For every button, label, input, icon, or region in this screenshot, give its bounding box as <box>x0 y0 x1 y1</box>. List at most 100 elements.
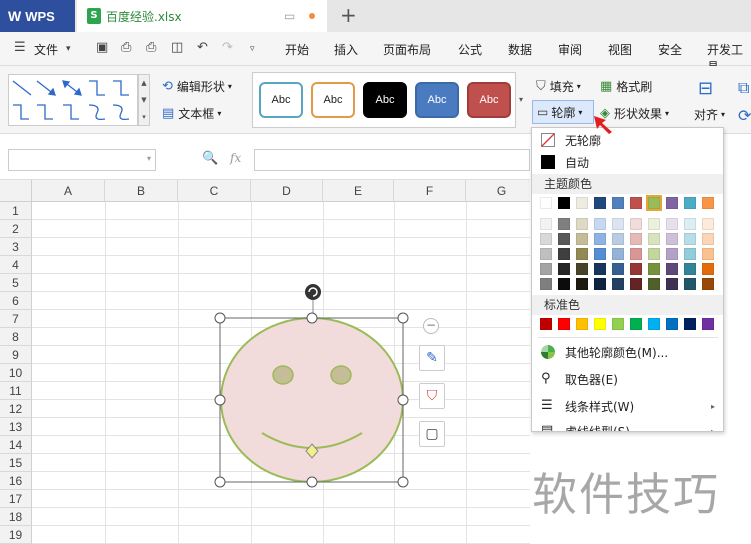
fill-button[interactable]: ⛉ 填充 ▾ <box>536 78 581 95</box>
row-header[interactable]: 15 <box>0 454 32 472</box>
function-icon[interactable]: fx <box>230 151 241 165</box>
theme-color-swatch[interactable] <box>540 218 552 230</box>
shape-style-1[interactable]: Abc <box>259 82 303 118</box>
fill-tool[interactable]: ⛉ <box>419 383 445 409</box>
theme-color-swatch[interactable] <box>576 278 588 290</box>
theme-color-swatch[interactable] <box>612 233 624 245</box>
line-shapes-gallery[interactable] <box>8 74 138 126</box>
theme-color-swatch[interactable] <box>630 263 642 275</box>
theme-color-swatch[interactable] <box>702 263 714 275</box>
tab-page-layout[interactable]: 页面布局 <box>383 41 431 58</box>
tab-home[interactable]: 开始 <box>285 41 309 58</box>
zoom-search-icon[interactable]: 🔍 <box>202 151 218 166</box>
row-header[interactable]: 8 <box>0 328 32 346</box>
theme-color-swatch[interactable] <box>666 278 678 290</box>
theme-color-swatch[interactable] <box>576 248 588 260</box>
theme-color-swatch[interactable] <box>666 248 678 260</box>
wps-home-tab[interactable]: W WPS <box>0 0 75 32</box>
automatic-color-item[interactable]: 自动 <box>532 151 723 173</box>
standard-color-swatch[interactable] <box>612 318 624 330</box>
theme-color-swatch[interactable] <box>558 278 570 290</box>
theme-color-swatch[interactable] <box>594 278 606 290</box>
theme-color-swatch[interactable] <box>684 233 696 245</box>
theme-color-swatch[interactable] <box>558 233 570 245</box>
column-header-f[interactable]: F <box>394 180 466 202</box>
name-box[interactable]: ▾ <box>8 149 156 171</box>
style-gallery-more[interactable]: ▾ <box>516 72 526 128</box>
dash-type-item[interactable]: ▤ 虚线线型(S) ▸ <box>532 420 723 432</box>
row-header[interactable]: 10 <box>0 364 32 382</box>
theme-color-swatch[interactable] <box>648 218 660 230</box>
row-header[interactable]: 9 <box>0 346 32 364</box>
theme-color-swatch[interactable] <box>576 233 588 245</box>
name-box-dropdown-icon[interactable]: ▾ <box>147 154 151 163</box>
column-header-e[interactable]: E <box>323 180 394 202</box>
save-icon[interactable]: ▣ <box>96 40 108 55</box>
theme-color-swatch[interactable] <box>702 233 714 245</box>
theme-color-swatch[interactable] <box>702 218 714 230</box>
new-tab-button[interactable]: + <box>340 3 357 27</box>
quick-access-dropdown-icon[interactable]: ▿ <box>250 44 255 54</box>
standard-color-swatch[interactable] <box>576 318 588 330</box>
collapse-tools-icon[interactable]: − <box>423 318 439 334</box>
monitor-icon[interactable]: ▭ <box>284 9 295 23</box>
text-box-button[interactable]: ▤ 文本框 ▾ <box>162 105 221 122</box>
theme-color-swatch[interactable] <box>666 218 678 230</box>
theme-color-swatch[interactable] <box>684 263 696 275</box>
tab-formulas[interactable]: 公式 <box>458 41 482 58</box>
theme-color-swatch[interactable] <box>594 233 606 245</box>
theme-color-swatch[interactable] <box>648 233 660 245</box>
file-menu[interactable]: 文件 <box>34 41 58 58</box>
column-header-d[interactable]: D <box>251 180 323 202</box>
export-pdf-icon[interactable]: ⎙ <box>121 40 131 55</box>
theme-color-swatch[interactable] <box>594 218 606 230</box>
standard-color-swatch[interactable] <box>558 318 570 330</box>
eyedropper-item[interactable]: ⚲ 取色器(E) <box>532 368 723 390</box>
row-header[interactable]: 19 <box>0 526 32 544</box>
hamburger-menu-icon[interactable]: ☰ <box>14 40 26 55</box>
theme-color-swatch[interactable] <box>666 197 678 209</box>
formula-input[interactable] <box>254 149 530 171</box>
group-icon[interactable]: ⟳ <box>738 106 751 125</box>
theme-color-swatch[interactable] <box>612 218 624 230</box>
theme-color-swatch[interactable] <box>540 278 552 290</box>
theme-color-swatch[interactable] <box>648 248 660 260</box>
standard-color-swatch[interactable] <box>684 318 696 330</box>
theme-color-swatch[interactable] <box>702 278 714 290</box>
row-header[interactable]: 7 <box>0 310 32 328</box>
theme-color-swatch[interactable] <box>594 263 606 275</box>
row-header[interactable]: 3 <box>0 238 32 256</box>
theme-color-swatch[interactable] <box>576 218 588 230</box>
theme-color-swatch[interactable] <box>666 263 678 275</box>
theme-color-swatch[interactable] <box>666 233 678 245</box>
theme-color-swatch[interactable] <box>702 248 714 260</box>
more-colors-item[interactable]: 其他轮廓颜色(M)... <box>532 341 723 363</box>
theme-color-swatch[interactable] <box>576 197 588 209</box>
theme-color-swatch[interactable] <box>684 248 696 260</box>
tab-data[interactable]: 数据 <box>508 41 532 58</box>
theme-color-swatch[interactable] <box>646 195 662 211</box>
shape-style-2[interactable]: Abc <box>311 82 355 118</box>
select-all-corner[interactable] <box>0 180 32 202</box>
theme-color-swatch[interactable] <box>684 218 696 230</box>
theme-color-swatch[interactable] <box>630 233 642 245</box>
shape-style-4[interactable]: Abc <box>415 82 459 118</box>
row-header[interactable]: 12 <box>0 400 32 418</box>
tab-security[interactable]: 安全 <box>658 41 682 58</box>
redo-icon[interactable]: ↷ <box>222 40 233 55</box>
theme-color-swatch[interactable] <box>576 263 588 275</box>
shape-style-tool[interactable]: ✎ <box>419 345 445 371</box>
shape-style-gallery[interactable]: Abc Abc Abc Abc Abc <box>252 72 516 128</box>
theme-color-swatch[interactable] <box>612 248 624 260</box>
no-outline-item[interactable]: 无轮廓 <box>532 129 723 151</box>
tab-review[interactable]: 审阅 <box>558 41 582 58</box>
theme-color-swatch[interactable] <box>558 248 570 260</box>
standard-color-swatch[interactable] <box>666 318 678 330</box>
row-header[interactable]: 13 <box>0 418 32 436</box>
align-button[interactable]: 对齐 ▾ <box>694 106 725 123</box>
theme-color-swatch[interactable] <box>630 197 642 209</box>
theme-color-swatch[interactable] <box>540 197 552 209</box>
line-style-item[interactable]: ☰ 线条样式(W) ▸ <box>532 395 723 417</box>
outline-tool[interactable]: ▢ <box>419 421 445 447</box>
theme-color-swatch[interactable] <box>594 248 606 260</box>
